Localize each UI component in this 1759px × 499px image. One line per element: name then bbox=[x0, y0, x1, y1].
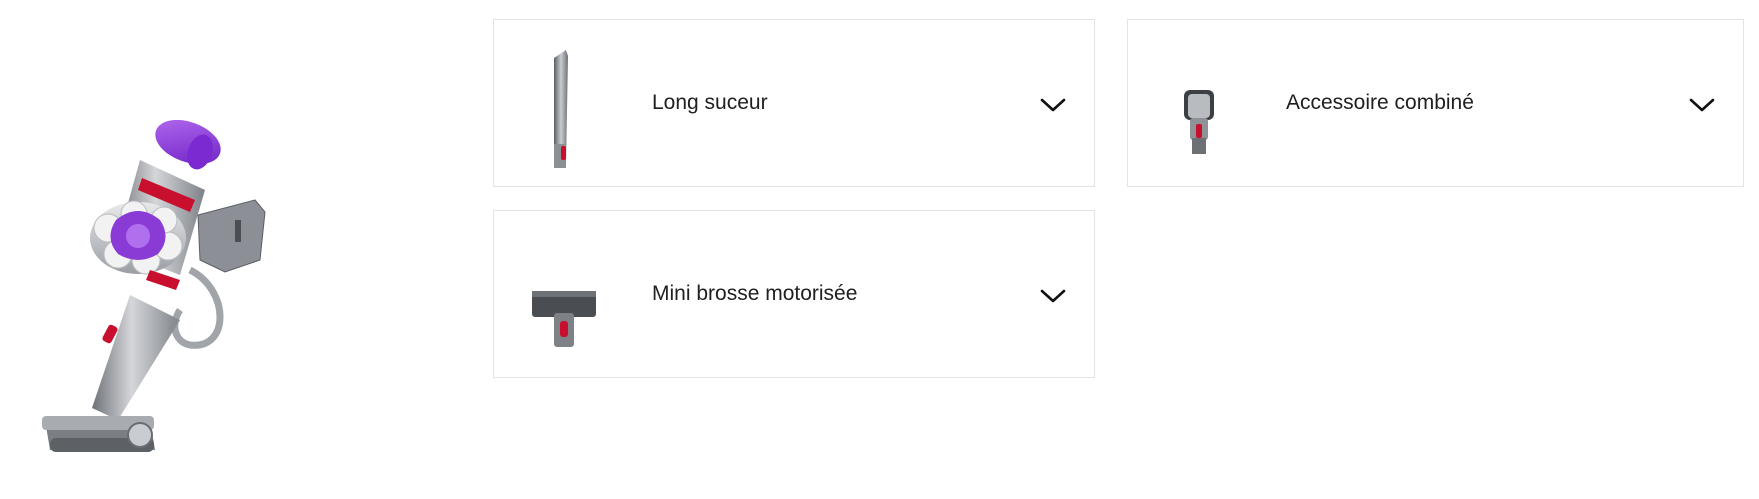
combination-tool-icon bbox=[1184, 90, 1214, 154]
chevron-down-icon[interactable] bbox=[1040, 288, 1066, 304]
accessory-card-accessoire-combine[interactable]: Accessoire combiné bbox=[1127, 19, 1744, 187]
product-image bbox=[42, 120, 266, 452]
chevron-down-icon[interactable] bbox=[1689, 97, 1715, 113]
accessory-card-long-suceur[interactable]: Long suceur bbox=[493, 19, 1095, 187]
accessory-label: Long suceur bbox=[652, 91, 768, 114]
accessory-card-mini-brosse-motorisee[interactable]: Mini brosse motorisée bbox=[493, 210, 1095, 378]
chevron-down-icon[interactable] bbox=[1040, 97, 1066, 113]
accessory-label: Accessoire combiné bbox=[1286, 91, 1474, 114]
accessory-label: Mini brosse motorisée bbox=[652, 282, 858, 305]
crevice-tool-icon bbox=[554, 50, 568, 168]
mini-motorized-brush-icon bbox=[532, 291, 596, 347]
